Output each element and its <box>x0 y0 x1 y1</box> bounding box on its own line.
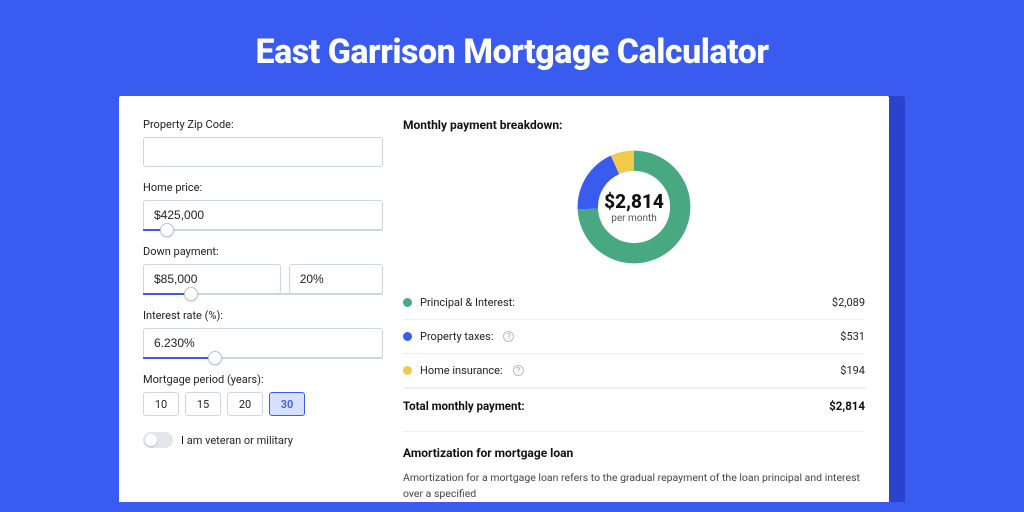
zip-input[interactable] <box>143 137 383 167</box>
down-payment-label: Down payment: <box>143 245 383 258</box>
down-payment-pct-input[interactable] <box>289 264 383 294</box>
veteran-toggle[interactable] <box>143 432 173 448</box>
home-price-slider-thumb[interactable] <box>160 223 174 237</box>
page-title: East Garrison Mortgage Calculator <box>0 0 1024 96</box>
period-label: Mortgage period (years): <box>143 373 383 386</box>
donut-center: $2,814 per month <box>573 146 695 268</box>
period-options: 10 15 20 30 <box>143 392 383 416</box>
legend-row-taxes: Property taxes: ? $531 <box>403 320 865 354</box>
down-payment-input[interactable] <box>143 264 281 294</box>
period-option-10[interactable]: 10 <box>143 392 179 416</box>
interest-slider[interactable] <box>143 357 383 359</box>
amortization-text: Amortization for a mortgage loan refers … <box>403 470 865 502</box>
down-payment-slider-thumb[interactable] <box>184 287 198 301</box>
dot-icon <box>403 332 412 341</box>
zip-label: Property Zip Code: <box>143 118 383 131</box>
home-price-group: Home price: <box>143 181 383 231</box>
veteran-label: I am veteran or military <box>181 434 293 447</box>
interest-slider-fill <box>143 357 215 359</box>
info-icon[interactable]: ? <box>503 331 514 342</box>
donut-sub: per month <box>611 213 657 224</box>
period-option-20[interactable]: 20 <box>227 392 263 416</box>
form-column: Property Zip Code: Home price: Down paym… <box>143 118 383 502</box>
home-price-slider[interactable] <box>143 229 383 231</box>
amortization-title: Amortization for mortgage loan <box>403 446 865 460</box>
interest-input[interactable] <box>143 328 383 358</box>
total-row: Total monthly payment: $2,814 <box>403 388 865 427</box>
donut-amount: $2,814 <box>604 190 664 213</box>
down-payment-group: Down payment: <box>143 245 383 295</box>
donut-wrap: $2,814 per month <box>403 146 865 268</box>
down-payment-slider[interactable] <box>143 293 383 295</box>
interest-label: Interest rate (%): <box>143 309 383 322</box>
total-value: $2,814 <box>829 399 865 413</box>
zip-field-group: Property Zip Code: <box>143 118 383 167</box>
period-group: Mortgage period (years): 10 15 20 30 <box>143 373 383 416</box>
payment-donut-chart: $2,814 per month <box>573 146 695 268</box>
legend-value: $2,089 <box>832 296 865 309</box>
breakdown-title: Monthly payment breakdown: <box>403 118 865 132</box>
period-option-15[interactable]: 15 <box>185 392 221 416</box>
dot-icon <box>403 366 412 375</box>
interest-slider-thumb[interactable] <box>208 351 222 365</box>
legend-label: Property taxes: <box>420 330 493 343</box>
interest-group: Interest rate (%): <box>143 309 383 359</box>
veteran-row: I am veteran or military <box>143 432 383 448</box>
legend-row-insurance: Home insurance: ? $194 <box>403 354 865 388</box>
period-option-30[interactable]: 30 <box>269 392 305 416</box>
info-icon[interactable]: ? <box>513 365 524 376</box>
legend-value: $531 <box>840 330 865 343</box>
home-price-input[interactable] <box>143 200 383 230</box>
home-price-label: Home price: <box>143 181 383 194</box>
legend-value: $194 <box>840 364 865 377</box>
total-label: Total monthly payment: <box>403 399 525 413</box>
dot-icon <box>403 298 412 307</box>
legend-label: Principal & Interest: <box>420 296 515 309</box>
legend-label: Home insurance: <box>420 364 503 377</box>
card-shadow: Property Zip Code: Home price: Down paym… <box>119 96 905 502</box>
legend-row-principal: Principal & Interest: $2,089 <box>403 286 865 320</box>
breakdown-column: Monthly payment breakdown: $2,814 per mo… <box>403 118 865 502</box>
calculator-card: Property Zip Code: Home price: Down paym… <box>119 96 889 502</box>
amortization-section: Amortization for mortgage loan Amortizat… <box>403 431 865 502</box>
